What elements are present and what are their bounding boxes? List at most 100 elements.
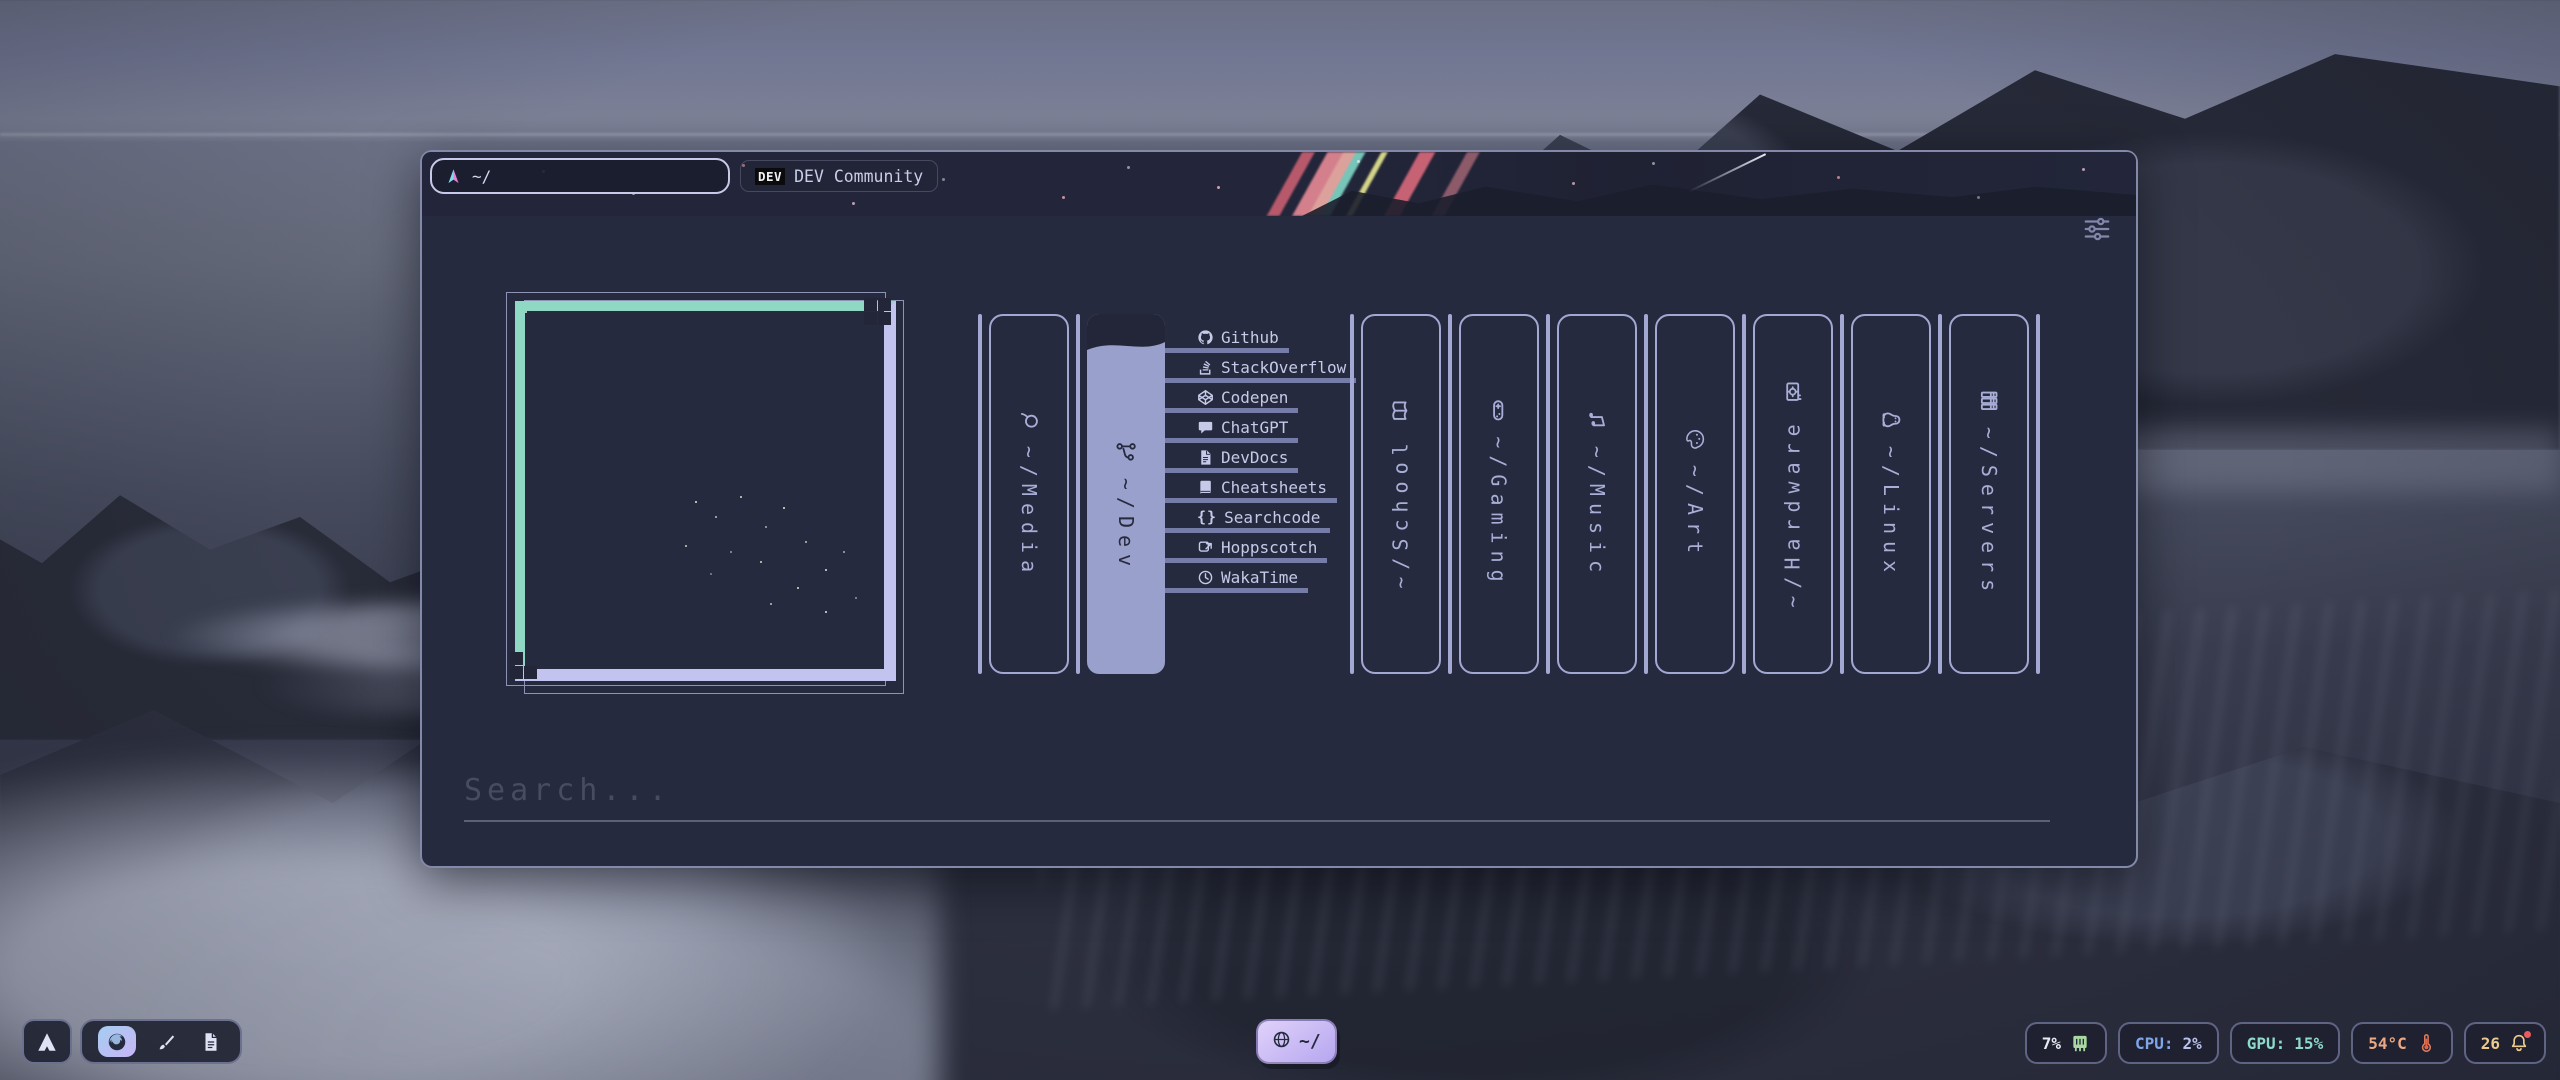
browser-window: ~/ DEV DEV Community ~/Media ~/Dev Github S… xyxy=(420,150,2138,868)
status-ram: 7% xyxy=(2025,1022,2107,1064)
book-media[interactable]: ~/Media xyxy=(989,314,1069,674)
focused-window-label: ~/ xyxy=(1299,1031,1321,1052)
link-chatgpt[interactable]: ChatGPT xyxy=(1165,418,1298,443)
braces-icon: {} xyxy=(1197,508,1217,526)
link-label: WakaTime xyxy=(1221,568,1298,587)
book-school[interactable]: ~/School xyxy=(1361,314,1441,674)
frame-corner-square xyxy=(864,298,877,311)
link-searchcode[interactable]: {} Searchcode xyxy=(1165,508,1330,533)
sliders-icon[interactable] xyxy=(2082,214,2112,244)
status-value: 15% xyxy=(2294,1034,2323,1053)
thermometer-icon xyxy=(2416,1033,2436,1053)
book-label-text: ~/Servers xyxy=(1977,427,2001,598)
book-linux[interactable]: ~/Linux xyxy=(1851,314,1931,674)
frame-corner-square xyxy=(878,298,891,311)
book-label: ~/Servers xyxy=(1977,390,2001,598)
link-stackoverflow[interactable]: StackOverflow xyxy=(1165,358,1356,383)
chat-bubble-icon xyxy=(1197,419,1214,436)
book-hardware[interactable]: ~/Hardware xyxy=(1753,314,1833,674)
palette-icon xyxy=(1684,428,1706,450)
bell-wrap xyxy=(2509,1033,2529,1053)
dock-item-paint[interactable] xyxy=(154,1029,180,1055)
shelf-divider xyxy=(978,314,982,674)
links-panel: GithubStackOverflowCodepenChatGPTDevDocs… xyxy=(1165,314,1343,674)
book-spine-dev[interactable]: ~/Dev xyxy=(1087,314,1165,674)
link-label: Github xyxy=(1221,328,1279,347)
status-gpu: GPU: 15% xyxy=(2230,1022,2340,1064)
link-wakatime[interactable]: WakaTime xyxy=(1165,568,1308,593)
book-label-text: ~/Dev xyxy=(1114,478,1138,573)
browser-logo-icon xyxy=(444,167,463,186)
book-label: ~/School xyxy=(1389,399,1413,588)
status-label: GPU: xyxy=(2247,1034,2286,1053)
book-label: ~/Gaming xyxy=(1487,399,1511,588)
frame-corner-square xyxy=(510,652,523,665)
bookshelf: ~/Media ~/Dev Github StackOverflow Codepen Ch… xyxy=(978,314,2040,674)
music-note-icon xyxy=(1586,409,1608,431)
banner-stars xyxy=(422,152,425,155)
url-bar[interactable]: ~/ xyxy=(430,158,730,194)
book-icon xyxy=(1197,479,1214,496)
status-value: 7% xyxy=(2042,1034,2061,1053)
launcher-button[interactable] xyxy=(22,1019,72,1064)
frame-corner-square xyxy=(864,312,877,325)
globe-icon xyxy=(1272,1030,1291,1054)
book-music[interactable]: ~/Music xyxy=(1557,314,1637,674)
shelf-divider xyxy=(1076,314,1080,674)
shelf-divider xyxy=(1742,314,1746,674)
status-cpu: CPU:2% xyxy=(2118,1022,2219,1064)
url-text: ~/ xyxy=(472,167,491,186)
shelf-divider xyxy=(2036,314,2040,674)
book-art[interactable]: ~/Art xyxy=(1655,314,1735,674)
focused-window-pill[interactable]: ~/ xyxy=(1256,1019,1337,1064)
status-widgets: 7%CPU:2%GPU:15%54°C26 xyxy=(2025,1022,2546,1064)
search-input[interactable] xyxy=(464,760,2050,822)
tab-favicon-dev: DEV xyxy=(755,168,785,185)
artwork-border xyxy=(515,301,896,681)
book-label: ~/Art xyxy=(1683,428,1707,560)
frame-corner-square xyxy=(878,312,891,325)
artwork-image xyxy=(525,311,884,669)
external-box-icon xyxy=(1197,539,1214,556)
dock-item-notes[interactable] xyxy=(198,1029,224,1055)
tab-dev-community[interactable]: DEV DEV Community xyxy=(740,160,938,192)
book-label-text: ~/School xyxy=(1389,436,1413,588)
shelf-divider xyxy=(1350,314,1354,674)
link-label: Hoppscotch xyxy=(1221,538,1317,557)
book-gaming[interactable]: ~/Gaming xyxy=(1459,314,1539,674)
dock-item-firefox[interactable] xyxy=(98,1026,136,1057)
file-icon xyxy=(200,1031,222,1053)
link-cheatsheets[interactable]: Cheatsheets xyxy=(1165,478,1337,503)
shelf-divider xyxy=(1546,314,1550,674)
link-label: ChatGPT xyxy=(1221,418,1288,437)
brush-icon xyxy=(156,1031,178,1053)
frame-corner-square xyxy=(524,666,537,679)
link-label: Searchcode xyxy=(1224,508,1320,527)
arch-icon xyxy=(36,1031,58,1053)
link-devdocs[interactable]: DevDocs xyxy=(1165,448,1298,473)
book-label-text: ~/Hardware xyxy=(1781,417,1805,607)
link-github[interactable]: Github xyxy=(1165,328,1289,353)
link-codepen[interactable]: Codepen xyxy=(1165,388,1298,413)
artwork-sparkles xyxy=(525,311,527,313)
book-servers[interactable]: ~/Servers xyxy=(1949,314,2029,674)
link-hoppscotch[interactable]: Hoppscotch xyxy=(1165,538,1327,563)
book-label-text: ~/Art xyxy=(1683,465,1707,560)
book-label: ~/Media xyxy=(1017,409,1041,579)
book-label: ~/Linux xyxy=(1879,409,1903,579)
clock-icon xyxy=(1197,569,1214,586)
book-label-text: ~/Gaming xyxy=(1487,436,1511,588)
gpu-icon xyxy=(1782,380,1804,402)
open-book-icon xyxy=(1390,399,1412,421)
link-label: Cheatsheets xyxy=(1221,478,1327,497)
media-icon xyxy=(1018,409,1040,431)
link-label: DevDocs xyxy=(1221,448,1288,467)
artwork-frame xyxy=(506,292,910,698)
git-branch-icon xyxy=(1115,441,1137,463)
book-label-text: ~/Media xyxy=(1017,446,1041,579)
shelf-divider xyxy=(1840,314,1844,674)
status-notifications[interactable]: 26 xyxy=(2464,1022,2546,1064)
tux-icon xyxy=(1880,409,1902,431)
dock xyxy=(80,1019,242,1064)
wallpaper-horizon xyxy=(0,133,2560,136)
